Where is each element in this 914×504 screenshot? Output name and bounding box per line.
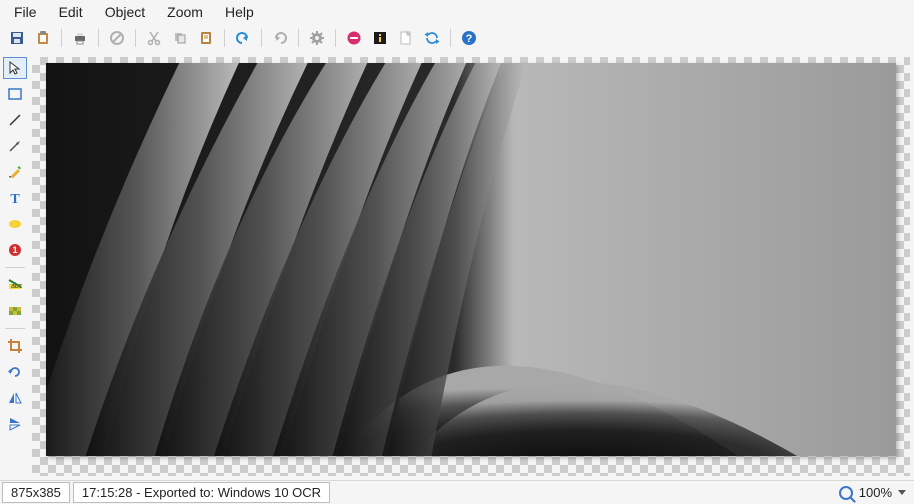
toolbar-sep (98, 29, 99, 47)
redo-icon (272, 30, 288, 46)
tool-highlight[interactable] (3, 213, 27, 235)
tool-arrow[interactable] (3, 135, 27, 157)
magnifier-icon (839, 486, 853, 500)
refresh-icon (424, 30, 440, 46)
menu-object[interactable]: Object (105, 4, 145, 20)
svg-text:?: ? (466, 33, 473, 45)
side-sep (5, 267, 25, 268)
image-content (46, 63, 896, 456)
toolbar-sep (135, 29, 136, 47)
toolbar-sep (61, 29, 62, 47)
workarea: T 1 abc (0, 55, 914, 480)
menu-zoom[interactable]: Zoom (167, 4, 203, 20)
tool-rotate[interactable] (3, 361, 27, 383)
tool-pointer[interactable] (3, 57, 27, 79)
toolbar-sep (224, 29, 225, 47)
tool-text[interactable]: T (3, 187, 27, 209)
svg-text:1: 1 (12, 245, 17, 255)
status-message: 17:15:28 - Exported to: Windows 10 OCR (73, 482, 330, 503)
print-button[interactable] (69, 27, 91, 49)
flip-h-icon (7, 390, 23, 406)
pixelate-icon (7, 303, 23, 319)
stop-icon (346, 30, 362, 46)
redo-button[interactable] (269, 27, 291, 49)
refresh-button[interactable] (421, 27, 443, 49)
new-button[interactable] (395, 27, 417, 49)
toolbar: ? (0, 24, 914, 55)
crop-icon (7, 338, 23, 354)
statusbar: 875x385 17:15:28 - Exported to: Windows … (0, 480, 914, 504)
help-button[interactable]: ? (458, 27, 480, 49)
menu-edit[interactable]: Edit (59, 4, 83, 20)
menu-help[interactable]: Help (225, 4, 254, 20)
tool-flip-vertical[interactable] (3, 413, 27, 435)
cut-button[interactable] (143, 27, 165, 49)
line-icon (7, 112, 23, 128)
tool-flip-horizontal[interactable] (3, 387, 27, 409)
clipboard-button[interactable] (195, 27, 217, 49)
tool-text-marker[interactable]: abc (3, 274, 27, 296)
info-button[interactable] (369, 27, 391, 49)
zoom-value: 100% (859, 485, 892, 500)
menubar: File Edit Object Zoom Help (0, 0, 914, 24)
new-icon (398, 30, 414, 46)
pointer-icon (7, 60, 23, 76)
marker-icon: abc (7, 277, 23, 293)
settings-button[interactable] (306, 27, 328, 49)
canvas[interactable] (32, 57, 910, 476)
paste-button[interactable] (32, 27, 54, 49)
tool-pencil[interactable] (3, 161, 27, 183)
copy-icon (172, 30, 188, 46)
status-spacer (331, 481, 831, 504)
rectangle-select-icon (7, 86, 23, 102)
save-button[interactable] (6, 27, 28, 49)
side-sep (5, 328, 25, 329)
highlight-icon (7, 216, 23, 232)
gear-icon (309, 30, 325, 46)
paste-icon (35, 30, 51, 46)
chevron-down-icon (898, 490, 906, 495)
tool-crop[interactable] (3, 335, 27, 357)
text-icon: T (7, 190, 23, 206)
tool-line[interactable] (3, 109, 27, 131)
save-icon (9, 30, 25, 46)
undo-button[interactable] (232, 27, 254, 49)
tool-pixelate[interactable] (3, 300, 27, 322)
stop-button[interactable] (343, 27, 365, 49)
arrow-icon (7, 138, 23, 154)
noentry-icon (109, 30, 125, 46)
info-icon (372, 30, 388, 46)
tool-number[interactable]: 1 (3, 239, 27, 261)
menu-file[interactable]: File (14, 4, 37, 20)
toolbar-sep (335, 29, 336, 47)
toolbar-sep (298, 29, 299, 47)
svg-text:T: T (10, 192, 20, 206)
zoom-control[interactable]: 100% (831, 481, 914, 504)
clipboard-icon (198, 30, 214, 46)
undo-icon (235, 30, 251, 46)
rotate-icon (7, 364, 23, 380)
pencil-icon (7, 164, 23, 180)
number-icon: 1 (7, 242, 23, 258)
noentry-button[interactable] (106, 27, 128, 49)
toolbar-sep (261, 29, 262, 47)
status-dimensions: 875x385 (2, 482, 70, 503)
tool-rect-select[interactable] (3, 83, 27, 105)
print-icon (72, 30, 88, 46)
help-icon: ? (461, 30, 477, 46)
cut-icon (146, 30, 162, 46)
side-toolbox: T 1 abc (0, 55, 30, 480)
flip-v-icon (7, 416, 23, 432)
copy-button[interactable] (169, 27, 191, 49)
toolbar-sep (450, 29, 451, 47)
